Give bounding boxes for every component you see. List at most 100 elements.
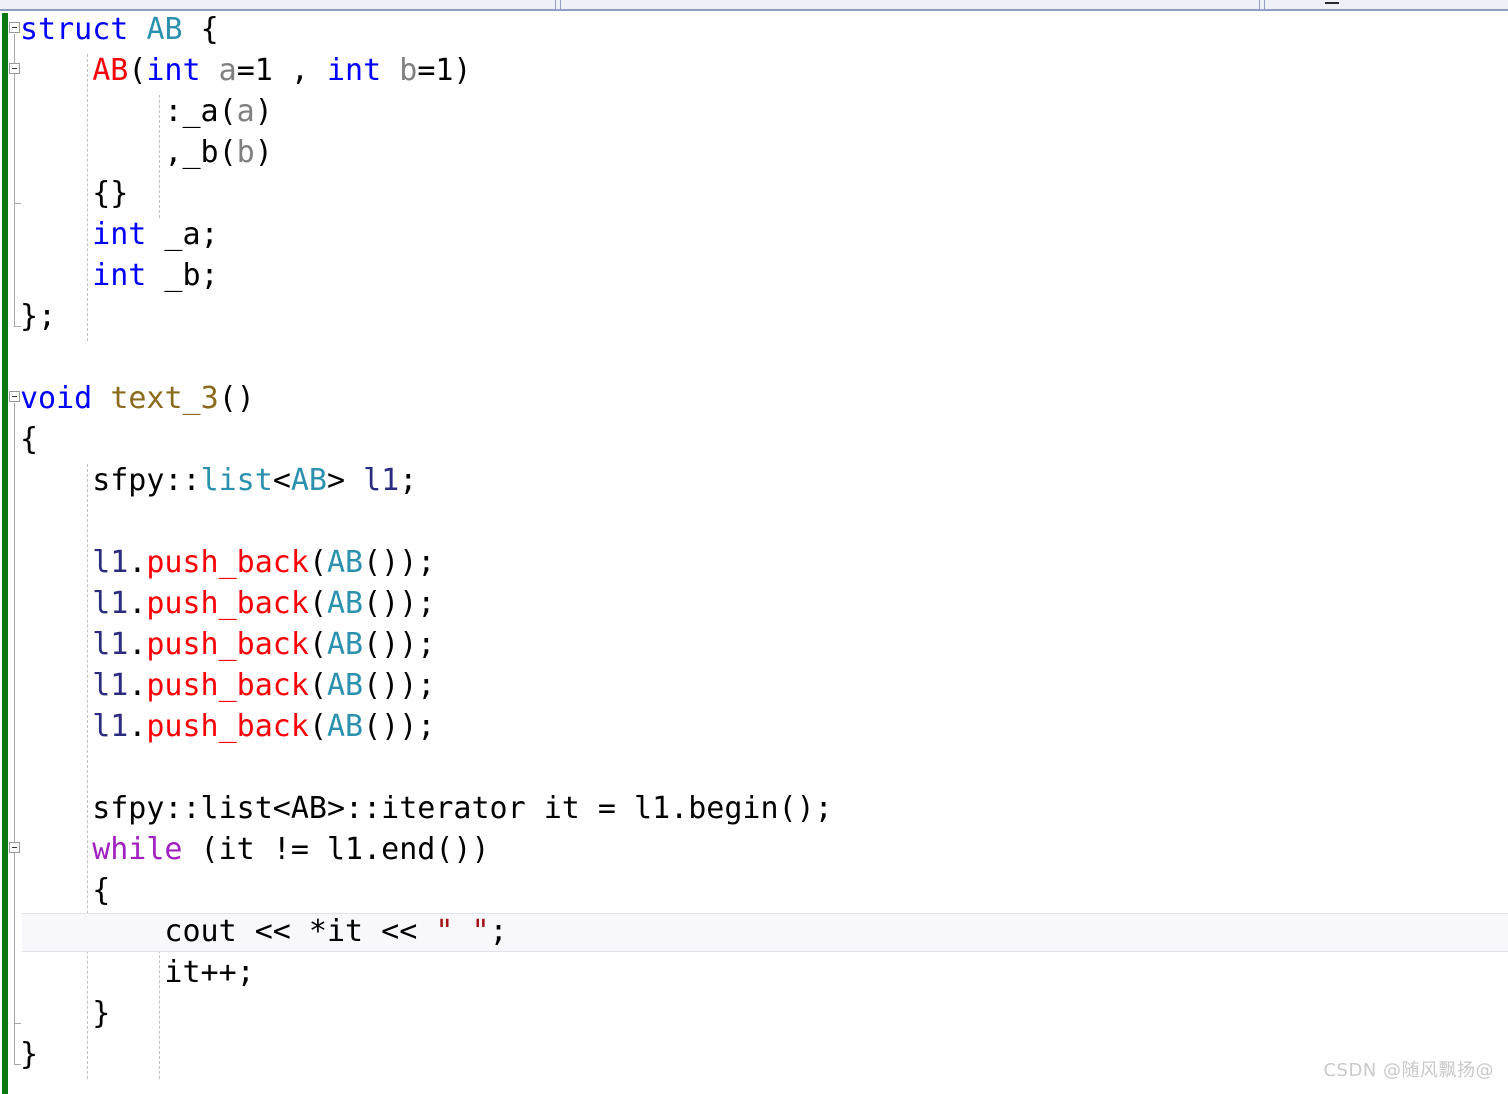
code-line[interactable]: while (it != l1.end()) bbox=[0, 829, 490, 870]
code-token: { bbox=[182, 12, 219, 47]
code-token: l1 bbox=[92, 668, 129, 703]
code-line[interactable]: ,_b(b) bbox=[0, 132, 273, 173]
code-token: ( bbox=[308, 586, 327, 621]
code-token: . bbox=[128, 709, 147, 744]
code-token: AB bbox=[327, 627, 364, 662]
code-line[interactable]: void text_3() bbox=[0, 378, 255, 419]
code-token: " " bbox=[435, 914, 490, 949]
code-token: =1 , bbox=[236, 53, 327, 88]
toolbar-panel-left[interactable] bbox=[0, 0, 556, 9]
code-token: sfpy::list<AB>::iterator it = l1.begin()… bbox=[92, 791, 833, 826]
code-line[interactable]: l1.push_back(AB()); bbox=[0, 542, 435, 583]
code-editor[interactable]: struct AB {AB(int a=1 , int b=1):_a(a) ,_… bbox=[0, 12, 1508, 1094]
code-line[interactable]: struct AB { bbox=[0, 9, 219, 50]
code-token: ( bbox=[128, 53, 147, 88]
code-token: > bbox=[327, 463, 364, 498]
code-line[interactable]: { bbox=[0, 419, 38, 460]
code-token: int bbox=[92, 217, 147, 252]
code-token: int bbox=[146, 53, 201, 88]
minimize-icon[interactable] bbox=[1325, 2, 1339, 4]
code-token: . bbox=[128, 545, 147, 580]
code-token: b bbox=[236, 135, 255, 170]
code-token: void bbox=[20, 381, 93, 416]
code-token: ()); bbox=[363, 545, 436, 580]
code-token: _a; bbox=[146, 217, 219, 252]
code-token: ( bbox=[308, 627, 327, 662]
code-token: push_back bbox=[146, 709, 309, 744]
code-line[interactable]: { bbox=[0, 870, 110, 911]
code-line[interactable]: l1.push_back(AB()); bbox=[0, 706, 435, 747]
code-line[interactable]: int _a; bbox=[0, 214, 219, 255]
code-token: l1 bbox=[363, 463, 400, 498]
code-token: . bbox=[128, 668, 147, 703]
toolbar-panel-right[interactable] bbox=[1264, 0, 1508, 9]
code-line[interactable]: l1.push_back(AB()); bbox=[0, 665, 435, 706]
code-line[interactable]: :_a(a) bbox=[0, 91, 273, 132]
code-token: ) bbox=[254, 94, 273, 129]
code-line[interactable]: } bbox=[0, 1034, 38, 1075]
code-token: push_back bbox=[146, 545, 309, 580]
code-token: } bbox=[20, 1037, 39, 1072]
code-token: (it != l1.end()) bbox=[182, 832, 490, 867]
code-token: AB bbox=[327, 586, 364, 621]
code-token: ()); bbox=[363, 668, 436, 703]
code-line[interactable]: sfpy::list<AB>::iterator it = l1.begin()… bbox=[0, 788, 833, 829]
code-line[interactable]: l1.push_back(AB()); bbox=[0, 583, 435, 624]
code-token: ()); bbox=[363, 586, 436, 621]
csdn-watermark: CSDN @随风飘扬@ bbox=[1323, 1060, 1494, 1081]
code-line[interactable]: {} bbox=[0, 173, 128, 214]
code-token: AB bbox=[146, 12, 183, 47]
code-line[interactable]: int _b; bbox=[0, 255, 219, 296]
code-token: int bbox=[92, 258, 147, 293]
code-token: a bbox=[236, 94, 255, 129]
code-token: _b; bbox=[146, 258, 219, 293]
code-token: l1 bbox=[92, 586, 129, 621]
code-line[interactable] bbox=[0, 337, 20, 378]
code-line[interactable] bbox=[0, 501, 20, 542]
code-token: struct bbox=[20, 12, 129, 47]
code-token: ()); bbox=[363, 709, 436, 744]
code-line[interactable] bbox=[0, 747, 20, 788]
code-token: l1 bbox=[92, 545, 129, 580]
code-content[interactable]: struct AB {AB(int a=1 , int b=1):_a(a) ,_… bbox=[0, 12, 1508, 1094]
code-token: AB bbox=[327, 545, 364, 580]
code-line[interactable]: cout << *it << " "; bbox=[0, 911, 507, 952]
code-token: push_back bbox=[146, 627, 309, 662]
code-token: AB bbox=[327, 709, 364, 744]
toolbar-panel-center[interactable] bbox=[560, 0, 1260, 9]
code-token: push_back bbox=[146, 586, 309, 621]
code-token: it++; bbox=[164, 955, 255, 990]
code-token: { bbox=[20, 422, 39, 457]
code-token: ()); bbox=[363, 627, 436, 662]
code-token: { bbox=[92, 873, 111, 908]
code-token: int bbox=[327, 53, 382, 88]
window-chrome-strip bbox=[0, 0, 1508, 11]
code-token: < bbox=[272, 463, 291, 498]
code-token: ) bbox=[254, 135, 273, 170]
code-token: {} bbox=[92, 176, 129, 211]
code-token: AB bbox=[92, 53, 129, 88]
code-line[interactable]: } bbox=[0, 993, 110, 1034]
code-token: }; bbox=[20, 299, 57, 334]
code-token: } bbox=[92, 996, 111, 1031]
code-line[interactable]: l1.push_back(AB()); bbox=[0, 624, 435, 665]
code-line[interactable]: it++; bbox=[0, 952, 255, 993]
code-token: push_back bbox=[146, 668, 309, 703]
code-token: while bbox=[92, 832, 183, 867]
code-token: l1 bbox=[92, 709, 129, 744]
code-token: b bbox=[399, 53, 418, 88]
code-token: ; bbox=[399, 463, 418, 498]
code-token: a bbox=[218, 53, 237, 88]
code-token: AB bbox=[290, 463, 327, 498]
code-line[interactable]: }; bbox=[0, 296, 56, 337]
code-token: :_a( bbox=[164, 94, 237, 129]
code-line[interactable]: sfpy::list<AB> l1; bbox=[0, 460, 417, 501]
code-token: ( bbox=[308, 668, 327, 703]
code-line[interactable]: AB(int a=1 , int b=1) bbox=[0, 50, 471, 91]
code-token: () bbox=[218, 381, 255, 416]
code-token: list bbox=[200, 463, 273, 498]
